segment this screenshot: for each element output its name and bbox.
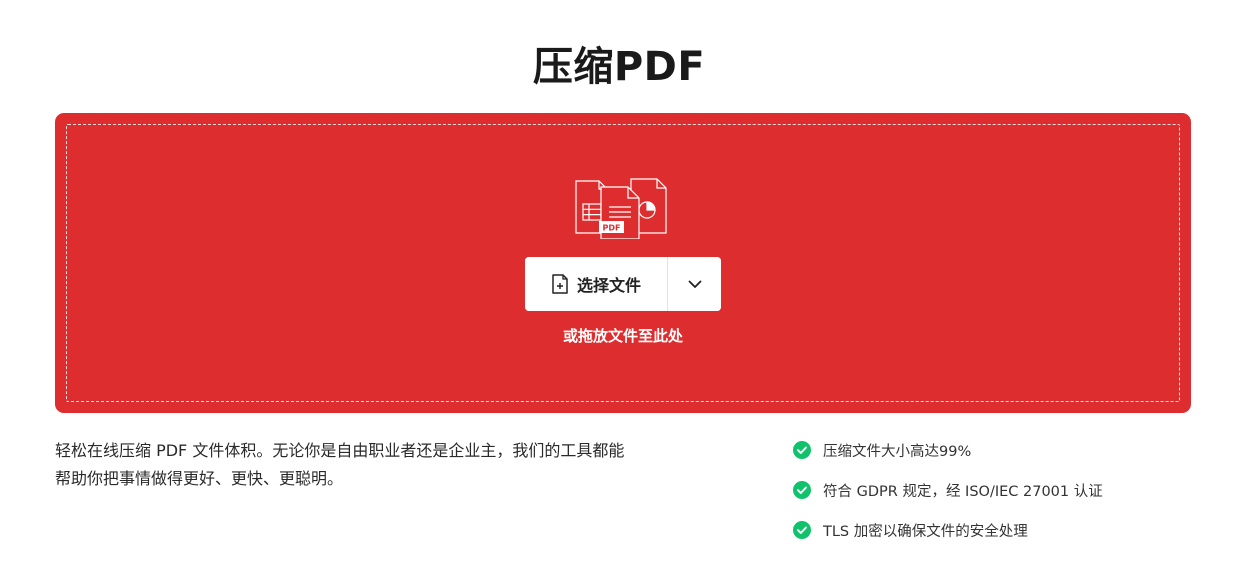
- description-line-2: 帮助你把事情做得更好、更快、更聪明。: [55, 469, 344, 488]
- chevron-down-icon: [688, 280, 701, 288]
- select-file-group: 选择文件: [525, 257, 721, 311]
- select-file-button[interactable]: 选择文件: [525, 257, 667, 311]
- feature-label: 符合 GDPR 规定，经 ISO/IEC 27001 认证: [823, 483, 1103, 500]
- pdf-badge-text: PDF: [603, 224, 621, 233]
- feature-item: 压缩文件大小高达99%: [793, 438, 1103, 462]
- feature-item: TLS 加密以确保文件的安全处理: [793, 518, 1103, 542]
- check-circle-icon: [793, 521, 811, 539]
- check-circle-icon: [793, 441, 811, 459]
- drop-hint: 或拖放文件至此处: [562, 327, 683, 345]
- page-title: 压缩PDF: [532, 44, 706, 90]
- check-circle-icon: [793, 481, 811, 499]
- file-types-icon: PDF: [575, 178, 667, 239]
- feature-label: 压缩文件大小高达99%: [823, 443, 972, 460]
- page: 压缩PDF PDF 选择文件 或拖放文件至此处 轻松在线压缩 PDF 文件体积。…: [0, 0, 1238, 565]
- tool-description: 轻松在线压缩 PDF 文件体积。无论你是自由职业者还是企业主，我们的工具都能 帮…: [55, 437, 705, 493]
- feature-item: 符合 GDPR 规定，经 ISO/IEC 27001 认证: [793, 478, 1103, 502]
- select-file-label: 选择文件: [576, 276, 641, 295]
- upload-source-dropdown-button[interactable]: [668, 257, 721, 311]
- feature-label: TLS 加密以确保文件的安全处理: [823, 523, 1028, 540]
- file-add-icon: [552, 274, 568, 294]
- description-line-1: 轻松在线压缩 PDF 文件体积。无论你是自由职业者还是企业主，我们的工具都能: [55, 441, 625, 460]
- upload-dropzone[interactable]: PDF 选择文件 或拖放文件至此处: [55, 113, 1191, 413]
- feature-list: 压缩文件大小高达99% 符合 GDPR 规定，经 ISO/IEC 27001 认…: [793, 438, 1103, 558]
